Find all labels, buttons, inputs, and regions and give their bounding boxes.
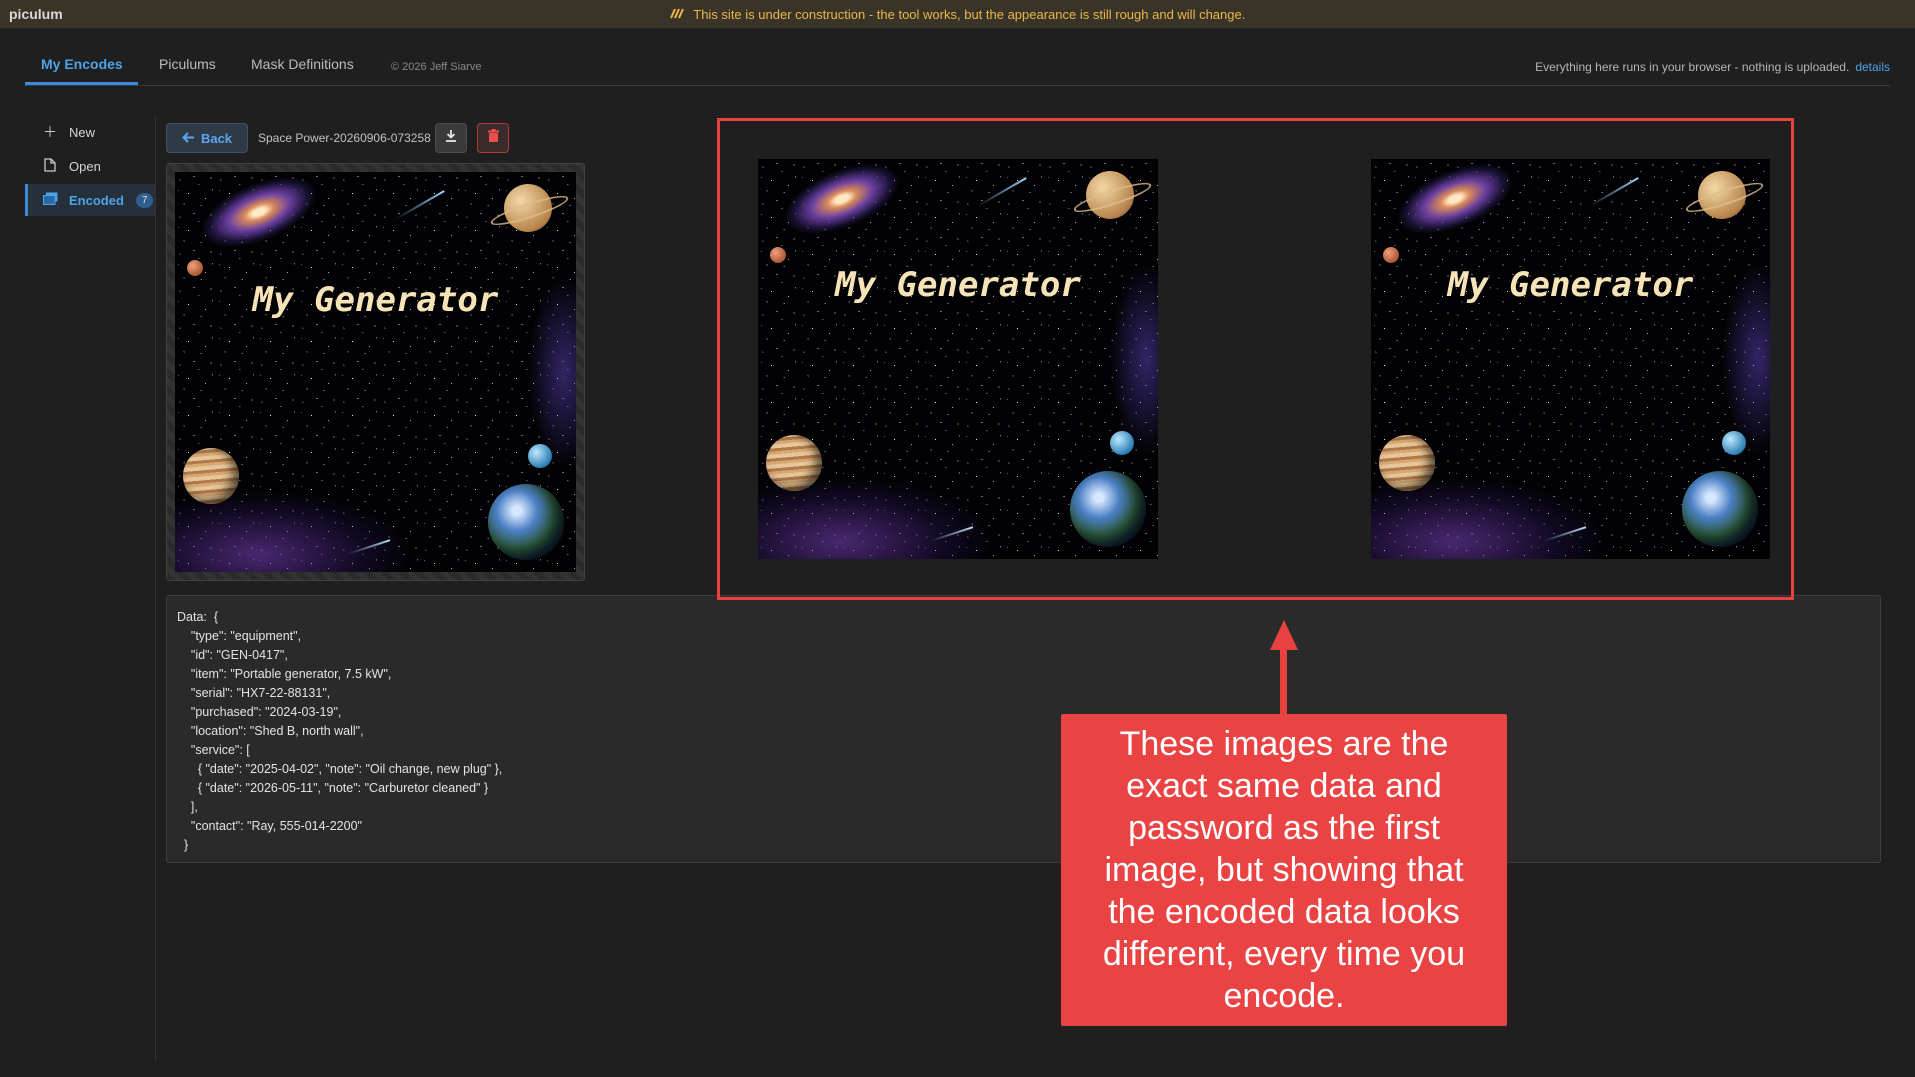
image-title: My Generator [252, 280, 499, 320]
tab-bar: My Encodes Piculums Mask Definitions © 2… [25, 50, 1890, 86]
decoded-data: Data: { "type": "equipment", "id": "GEN-… [177, 610, 503, 852]
tab-mask-definitions[interactable]: Mask Definitions [251, 56, 354, 72]
back-button[interactable]: Back [166, 123, 248, 153]
tab-piculums[interactable]: Piculums [159, 56, 216, 72]
copyright: © 2026 Jeff Siarve [391, 61, 482, 73]
annotation-text: These images are the exact same data and… [1102, 725, 1466, 1015]
active-tab-indicator [25, 82, 138, 85]
sidebar-item-open[interactable]: Open [25, 150, 155, 182]
back-label: Back [200, 130, 233, 146]
top-bar: piculum This site is under construction … [0, 0, 1915, 29]
sidebar-item-new[interactable]: ＋ New [25, 116, 155, 148]
file-name: Space Power-20260906-073258 [258, 131, 431, 145]
nebula [175, 492, 408, 572]
sidebar-item-encoded[interactable]: Encoded 7 [25, 184, 155, 216]
banner-text: This site is under construction - the to… [693, 7, 1246, 22]
sidebar-item-label: Open [69, 158, 101, 174]
construction-icon [669, 7, 688, 22]
earth [487, 484, 564, 560]
sidebar-item-label: New [69, 124, 96, 140]
annotation-callout: These images are the exact same data and… [1061, 714, 1507, 1026]
file-icon [41, 157, 59, 175]
encoded-image[interactable]: My Generator [175, 172, 576, 572]
plus-icon: ＋ [43, 124, 57, 140]
trash-icon [487, 129, 499, 147]
privacy-note: Everything here runs in your browser - n… [1535, 60, 1890, 74]
comparison-highlight-box [717, 118, 1794, 600]
download-icon [445, 129, 457, 147]
encoded-image-frame: My Generator [166, 163, 585, 581]
mars [187, 260, 204, 276]
download-button[interactable] [435, 123, 467, 153]
images-icon [41, 192, 59, 208]
count-badge: 7 [135, 192, 154, 208]
construction-banner: This site is under construction - the to… [0, 7, 1915, 22]
tab-my-encodes[interactable]: My Encodes [41, 56, 123, 72]
annotation-arrow [1280, 635, 1287, 715]
sidebar-item-label: Encoded [69, 192, 124, 208]
arrow-left-icon [182, 131, 195, 146]
privacy-text: Everything here runs in your browser - n… [1535, 60, 1850, 74]
saturn [503, 184, 552, 232]
jupiter [183, 448, 240, 504]
small-planet [527, 444, 552, 468]
details-link[interactable]: details [1855, 60, 1890, 74]
sidebar: ＋ New Open Encoded 7 [25, 116, 156, 1061]
data-panel: Data: { "type": "equipment", "id": "GEN-… [166, 595, 1881, 863]
delete-button[interactable] [477, 123, 509, 153]
